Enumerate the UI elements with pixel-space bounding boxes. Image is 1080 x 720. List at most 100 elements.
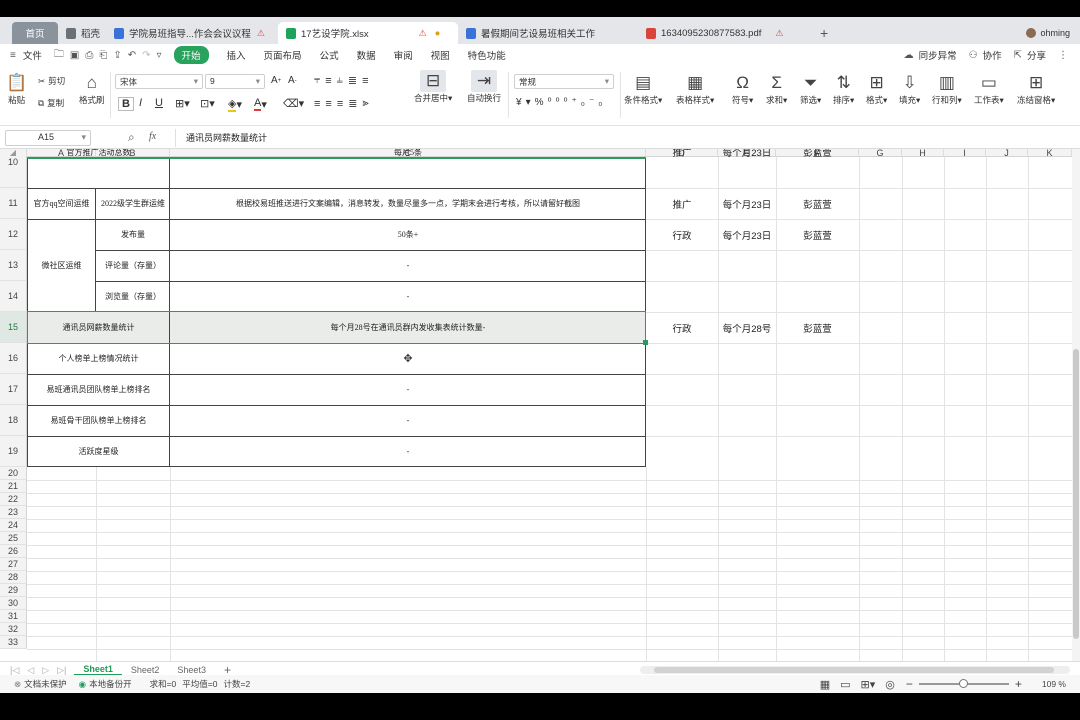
cell[interactable]: 彭蓝萱 (776, 149, 859, 161)
collab-button[interactable]: 协作 (983, 48, 1002, 62)
tab-docer[interactable]: 稻壳 (58, 22, 106, 44)
fx-icon[interactable]: fx (149, 131, 156, 142)
cell[interactable]: - (170, 250, 646, 281)
conditional-format-button[interactable]: ▤ 条件格式▾ (624, 72, 662, 106)
spreadsheet-grid[interactable]: ◢ A B C D E F G H I J K 10 11 12 13 14 1… (0, 149, 1072, 661)
save-icon[interactable]: ▣ (70, 50, 79, 61)
formula-input[interactable]: 通讯员网薪数量统计 (175, 129, 1075, 147)
wrap-text-button[interactable]: ⇥ 自动换行 (467, 70, 501, 104)
cell[interactable]: - (170, 436, 646, 467)
cell-style-button[interactable]: ⊡ ▾ (200, 97, 215, 110)
scrollbar-thumb[interactable] (1073, 349, 1079, 639)
name-box[interactable]: A15 ▾ (5, 130, 91, 146)
format-painter-button[interactable]: ⌂ 格式刷 (79, 72, 105, 106)
cell[interactable]: 行政 (646, 312, 718, 343)
cell[interactable]: 评论量（存量） (96, 250, 170, 281)
menu-data[interactable]: 数据 (357, 48, 376, 62)
cell[interactable]: - (170, 281, 646, 312)
sum-button[interactable]: Σ 求和▾ (766, 72, 787, 106)
cell[interactable]: 官方qq空间运维 (27, 188, 96, 219)
row-header[interactable]: 33 (0, 636, 27, 649)
font-shrink-button[interactable]: A- (288, 75, 297, 86)
vertical-align-group[interactable]: ⫧ ≡ ⫨ ≣ ≡ (314, 74, 374, 87)
row-header[interactable]: 18 (0, 405, 27, 436)
bold-button[interactable]: B (118, 97, 134, 111)
user-account[interactable]: ohming (1026, 22, 1080, 44)
row-header[interactable]: 32 (0, 623, 27, 636)
horizontal-align-group[interactable]: ≡ ≡ ≡ ≣ ⫸ (314, 97, 374, 110)
row-header[interactable]: 17 (0, 374, 27, 405)
cell[interactable]: 易班骨干团队榜单上榜排名 (27, 405, 170, 436)
cell[interactable]: 发布量 (96, 219, 170, 250)
cell[interactable]: 彭蓝萱 (776, 312, 859, 343)
cell[interactable]: - (170, 374, 646, 405)
page-layout-icon[interactable]: ▭ (840, 678, 850, 691)
tab-home[interactable]: 首页 (12, 22, 58, 44)
copy-button[interactable]: ⧉ 复制 (38, 97, 64, 109)
redo-icon[interactable]: ↷ (142, 50, 150, 61)
cell[interactable]: 每个月28号 (718, 312, 776, 343)
row-header[interactable]: 20 (0, 467, 27, 480)
zoom-slider[interactable] (918, 679, 1009, 688)
open-folder-icon[interactable]: 🗀 (54, 47, 64, 64)
row-header[interactable]: 26 (0, 545, 27, 558)
column-header[interactable]: J (986, 149, 1028, 158)
row-header[interactable]: 22 (0, 493, 27, 506)
italic-button[interactable]: I (139, 97, 142, 109)
menu-review[interactable]: 审阅 (394, 48, 413, 62)
number-buttons[interactable]: ¥ ▾% ⁰⁰⁰ ⁺₀ ⁻₀ (516, 97, 606, 108)
hamburger-icon[interactable]: ≡ (10, 50, 16, 61)
zoom-out-icon[interactable]: − (906, 677, 913, 691)
menu-formula[interactable]: 公式 (320, 48, 339, 62)
cell[interactable]: 浏览量（存量） (96, 281, 170, 312)
font-color-button[interactable]: A ▾ (254, 97, 267, 111)
menu-file[interactable]: 文件 (23, 48, 42, 62)
zoom-slider-handle[interactable] (958, 679, 968, 688)
cell[interactable]: 每个月23日 (718, 188, 776, 219)
format-button[interactable]: ⊞ 格式▾ (866, 72, 887, 106)
cell[interactable]: ✥ (170, 343, 646, 374)
eye-protection-icon[interactable]: ◎ (885, 678, 895, 691)
row-header[interactable]: 27 (0, 558, 27, 571)
tab-doc-agenda[interactable]: 学院易班指导...作会会议议程 ⚠ (106, 22, 278, 44)
cell[interactable]: 官方推广活动总数 (27, 149, 170, 161)
menu-insert[interactable]: 插入 (227, 48, 246, 62)
cell[interactable]: 2022级学生群运维 (96, 188, 170, 219)
number-format-select[interactable]: 常规 ▾ (514, 74, 614, 89)
row-header[interactable]: 14 (0, 281, 27, 312)
row-header[interactable]: 30 (0, 597, 27, 610)
row-header[interactable]: 23 (0, 506, 27, 519)
merge-center-button[interactable]: ⊟ 合并居中▾ (414, 70, 452, 104)
cell[interactable]: 彭蓝萱 (776, 188, 859, 219)
first-sheet-icon[interactable]: |◁ (0, 665, 23, 676)
worksheet-button[interactable]: ▭ 工作表▾ (974, 72, 1004, 106)
row-header-selected[interactable]: 15 (0, 312, 27, 343)
clear-button[interactable]: ⌫ ▾ (283, 97, 304, 110)
normal-view-icon[interactable]: ▦ (820, 678, 830, 691)
cell[interactable]: - (170, 405, 646, 436)
fill-button[interactable]: ⇩ 填充▾ (899, 72, 920, 106)
tab-doc-summer[interactable]: 暑假期间艺设易班相关工作 (458, 22, 638, 44)
font-size-select[interactable]: 9 ▾ (205, 74, 265, 89)
row-header[interactable]: 19 (0, 436, 27, 467)
tab-xlsx[interactable]: 17艺设学院.xlsx ⚠ ● (278, 22, 458, 44)
sync-status-button[interactable]: 同步异常 (919, 48, 957, 62)
h-scrollbar-thumb[interactable] (654, 667, 1054, 673)
menu-page-layout[interactable]: 页面布局 (264, 48, 302, 62)
cell[interactable]: 推广 (646, 149, 718, 161)
column-header[interactable]: H (902, 149, 944, 158)
row-header[interactable]: 28 (0, 571, 27, 584)
row-header[interactable]: 12 (0, 219, 27, 250)
row-header[interactable]: 24 (0, 519, 27, 532)
horizontal-scrollbar[interactable] (640, 666, 1070, 674)
row-header[interactable]: 13 (0, 250, 27, 281)
symbol-button[interactable]: Ω 符号▾ (732, 72, 753, 106)
row-header[interactable]: 25 (0, 532, 27, 545)
freeze-panes-button[interactable]: ⊞ 冻结窗格▾ (1017, 72, 1055, 106)
cell[interactable]: 每月5条 (170, 149, 646, 161)
export-icon[interactable]: ⇪ (113, 50, 121, 61)
cell[interactable]: 每个月23日 (718, 219, 776, 250)
new-tab-icon[interactable]: + (810, 22, 838, 44)
backup-status[interactable]: 本地备份开 (89, 678, 132, 690)
last-sheet-icon[interactable]: ▷| (53, 665, 74, 676)
